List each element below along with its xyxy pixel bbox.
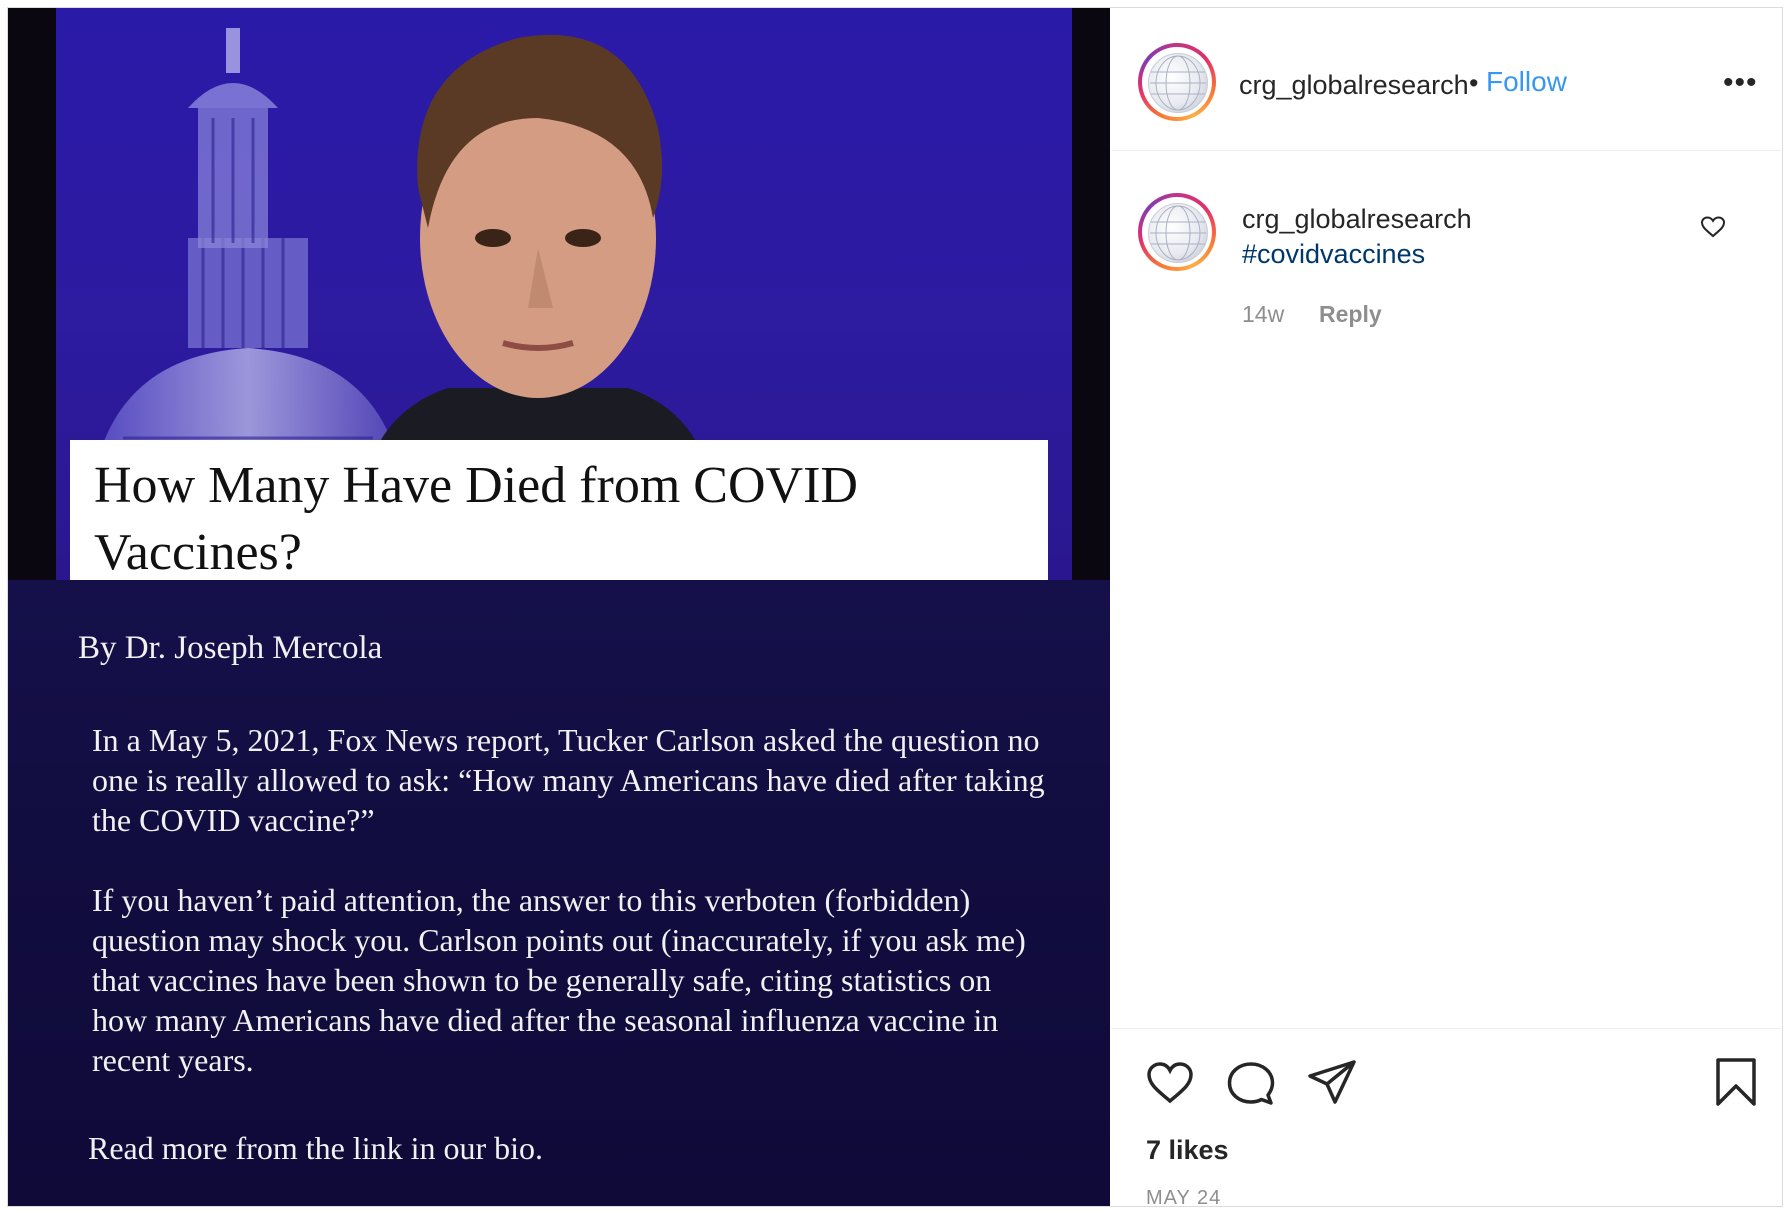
reply-button[interactable]: Reply	[1319, 301, 1382, 328]
image-byline: By Dr. Joseph Mercola	[78, 630, 383, 666]
instagram-post: How Many Have Died from COVID Vaccines? …	[7, 7, 1783, 1210]
action-bar: 7 likes MAY 24	[1111, 1028, 1782, 1210]
header-username[interactable]: crg_globalresearch	[1239, 70, 1469, 101]
share-icon[interactable]	[1307, 1059, 1357, 1105]
presenter-photo	[368, 34, 708, 468]
image-headline: How Many Have Died from COVID Vaccines?	[94, 457, 858, 581]
globe-logo-icon	[1148, 203, 1208, 263]
caption-timestamp[interactable]: 14w	[1242, 301, 1284, 328]
headline-box: How Many Have Died from COVID Vaccines?	[70, 440, 1048, 582]
caption-avatar[interactable]	[1138, 193, 1216, 271]
caption-hashtag[interactable]: #covidvaccines	[1242, 239, 1425, 270]
bookmark-icon[interactable]	[1715, 1057, 1757, 1107]
post-date[interactable]: MAY 24	[1146, 1187, 1221, 1210]
header-separator: •	[1469, 68, 1479, 98]
profile-avatar[interactable]	[1138, 43, 1216, 121]
image-paragraph-3: Read more from the link in our bio.	[88, 1130, 544, 1166]
dome-lantern-graphic	[188, 28, 278, 248]
post-image[interactable]: How Many Have Died from COVID Vaccines? …	[8, 8, 1110, 1206]
caption-username[interactable]: crg_globalresearch	[1242, 204, 1472, 235]
follow-button[interactable]: Follow	[1486, 66, 1567, 98]
image-top-photo: How Many Have Died from COVID Vaccines?	[8, 8, 1110, 582]
post-header: crg_globalresearch • Follow •••	[1111, 8, 1782, 151]
likes-count[interactable]: 7 likes	[1146, 1135, 1229, 1166]
post-side-panel: crg_globalresearch • Follow ••• crg_glob…	[1111, 8, 1782, 1210]
comment-icon[interactable]	[1227, 1061, 1275, 1107]
heart-icon[interactable]	[1146, 1061, 1194, 1105]
globe-logo-icon	[1148, 53, 1208, 113]
heart-outline-icon[interactable]	[1700, 215, 1726, 239]
image-paragraph-1: In a May 5, 2021, Fox News report, Tucke…	[92, 722, 1045, 838]
more-options-icon[interactable]: •••	[1723, 66, 1758, 100]
image-paragraph-2: If you haven’t paid attention, the answe…	[92, 882, 1026, 1078]
image-text-panel: By Dr. Joseph Mercola In a May 5, 2021, …	[8, 580, 1110, 1206]
